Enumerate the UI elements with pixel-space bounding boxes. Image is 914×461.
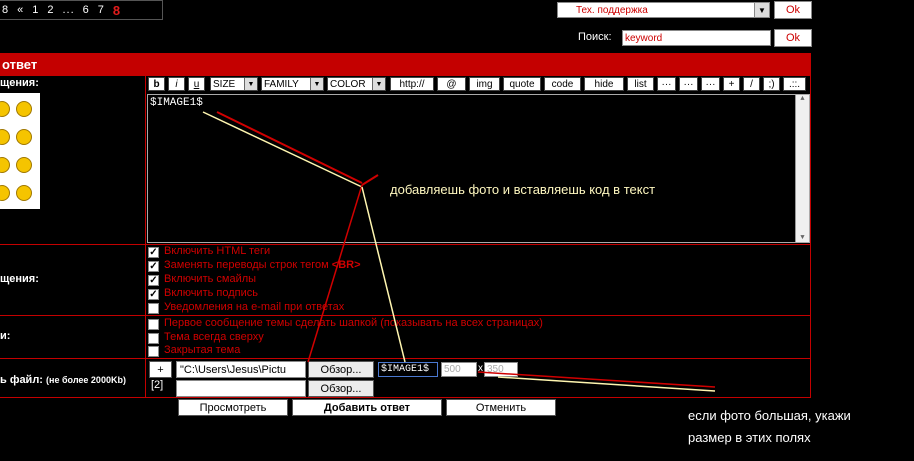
annotation-arrows: [202, 111, 716, 392]
annotation-note: добавляешь фото и вставляешь код в текст: [390, 182, 656, 197]
annotation-note: если фото большая, укажи: [688, 408, 851, 423]
annotation-line: [477, 371, 716, 388]
annotation-line: [307, 184, 363, 363]
annotation-line: [361, 186, 406, 363]
annotation-line: [361, 174, 379, 186]
annotation-line: [216, 111, 363, 184]
annotation-note: размер в этих полях: [688, 430, 811, 445]
annotation-line: [202, 111, 363, 188]
annotation-line: [497, 376, 716, 392]
